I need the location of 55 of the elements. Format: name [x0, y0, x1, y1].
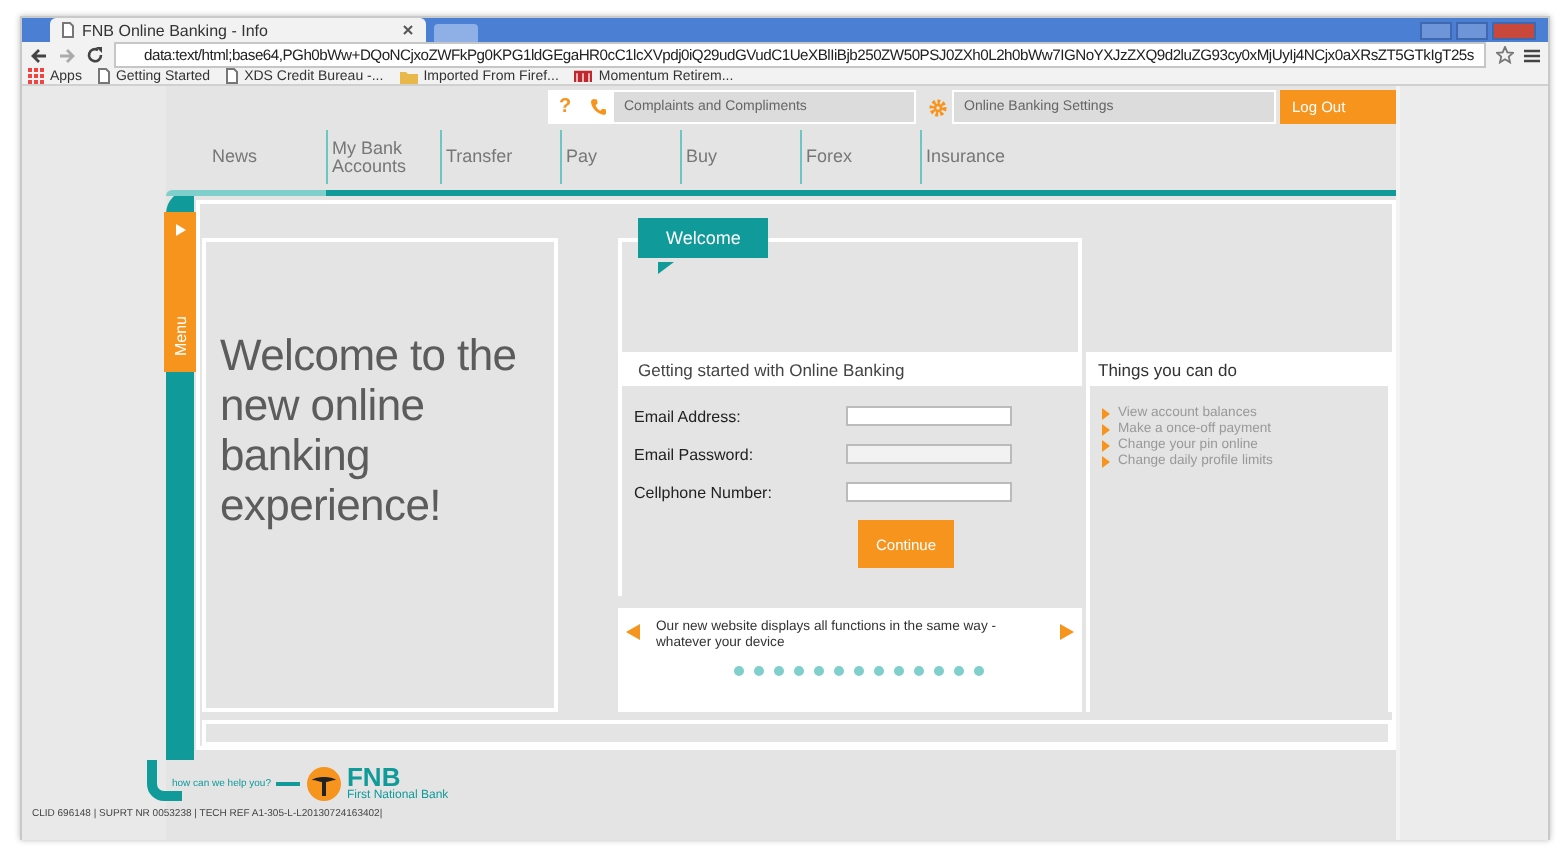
- nav-link[interactable]: Pay: [560, 130, 680, 184]
- page-icon: [97, 68, 110, 84]
- carousel-dot[interactable]: [733, 666, 743, 676]
- gear-icon[interactable]: [927, 97, 947, 117]
- field-label: Email Address:: [634, 407, 743, 425]
- tab-pointer-icon: [658, 262, 674, 274]
- menu-icon[interactable]: [1524, 47, 1540, 63]
- maximize-button[interactable]: [1456, 21, 1488, 39]
- field-label: Email Password:: [634, 445, 756, 463]
- triangle-icon: [175, 224, 185, 236]
- tree-logo-icon: [306, 766, 343, 802]
- nav-link[interactable]: My Bank Accounts: [326, 130, 440, 184]
- close-icon[interactable]: [402, 24, 414, 36]
- nav-link[interactable]: Insurance: [920, 130, 1040, 184]
- star-icon[interactable]: [1496, 46, 1514, 64]
- section-heading: Getting started with Online Banking: [618, 352, 1082, 386]
- back-arrow-icon[interactable]: [30, 47, 48, 63]
- input-field[interactable]: [846, 482, 1012, 502]
- carousel-dot[interactable]: [973, 666, 983, 676]
- input-field[interactable]: [846, 444, 1012, 464]
- carousel-dot[interactable]: [933, 666, 943, 676]
- nav-link[interactable]: News: [208, 130, 326, 184]
- input-field[interactable]: [846, 406, 1012, 426]
- logo-text: FNB: [346, 766, 401, 790]
- apps-grid-icon: [28, 68, 44, 84]
- nav-link[interactable]: Forex: [800, 130, 920, 184]
- menu-tab[interactable]: Menu: [164, 212, 196, 372]
- carousel-dot[interactable]: [793, 666, 803, 676]
- carousel-dot[interactable]: [853, 666, 863, 676]
- carousel-dot[interactable]: [873, 666, 883, 676]
- page-icon: [226, 68, 239, 84]
- carousel-dot[interactable]: [893, 666, 903, 676]
- carousel-dot[interactable]: [753, 666, 763, 676]
- minimize-button[interactable]: [1420, 21, 1452, 39]
- carousel-dot[interactable]: [953, 666, 963, 676]
- carousel-dot[interactable]: [773, 666, 783, 676]
- section-heading: Things you can do: [1086, 352, 1392, 386]
- carousel-dot[interactable]: [833, 666, 843, 676]
- help-link[interactable]: ?: [548, 90, 582, 124]
- browser-tab[interactable]: FNB Online Banking - Info: [50, 18, 426, 42]
- reload-icon[interactable]: [86, 46, 104, 64]
- carousel-dot[interactable]: [813, 666, 823, 676]
- phone-icon: [589, 98, 605, 116]
- carousel-dot[interactable]: [913, 666, 923, 676]
- nav-link[interactable]: Buy: [680, 130, 800, 184]
- nav-link[interactable]: Transfer: [440, 130, 560, 184]
- m-logo-icon: [574, 70, 593, 82]
- field-label: Cellphone Number:: [634, 483, 774, 501]
- next-arrow-icon[interactable]: [1060, 624, 1074, 640]
- welcome-heading: Welcome to the new online banking experience!: [220, 330, 519, 530]
- page-icon: [62, 22, 74, 38]
- new-tab-button[interactable]: [434, 24, 478, 42]
- previous-arrow-icon[interactable]: [626, 624, 640, 640]
- forward-arrow-icon[interactable]: [58, 47, 76, 63]
- tagline-rule: [276, 782, 301, 786]
